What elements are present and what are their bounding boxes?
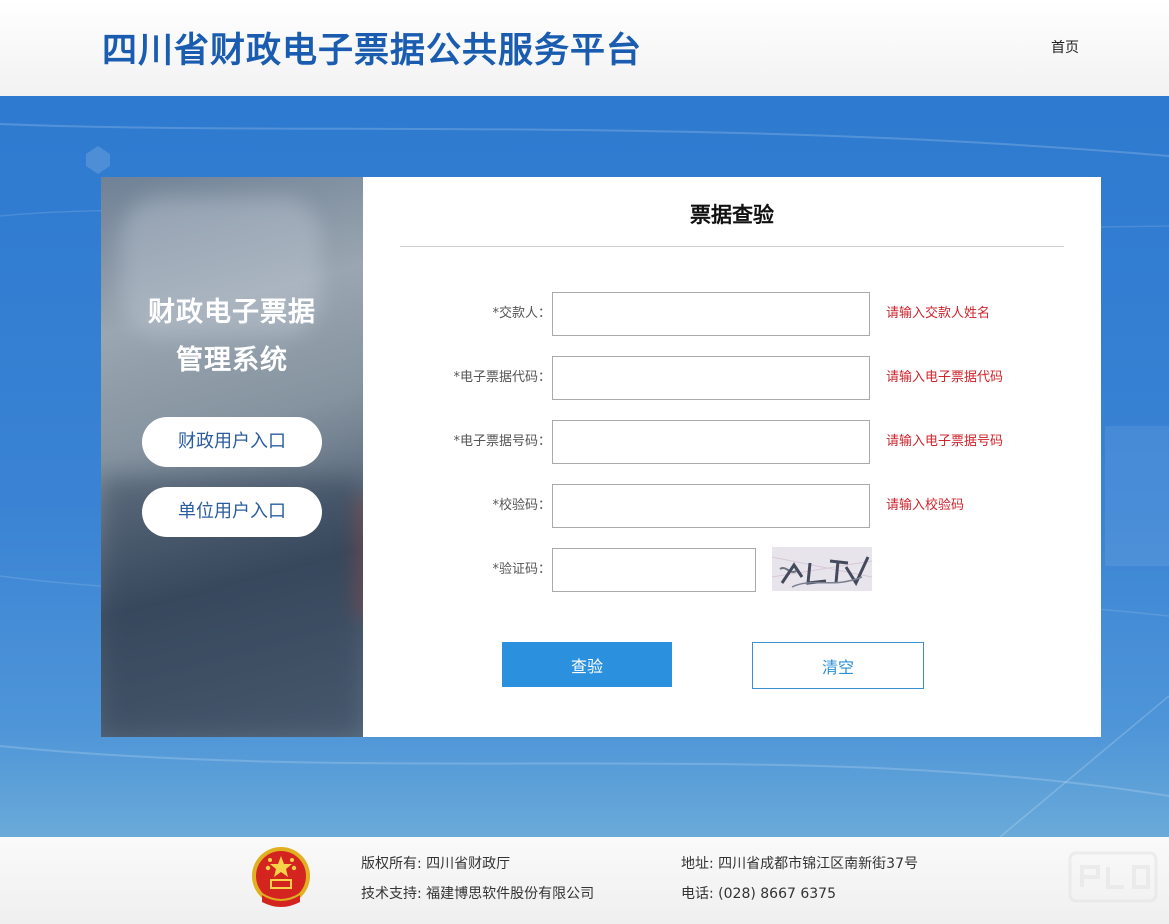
bill-number-input[interactable]: [552, 420, 870, 464]
bill-code-label: *电子票据代码：: [453, 370, 551, 385]
captcha-input[interactable]: [552, 548, 756, 592]
phone-text: 电话: (028) 8667 6375: [681, 886, 836, 902]
system-title-line2: 管理系统: [176, 345, 288, 376]
finance-user-entry-button[interactable]: 财政用户入口: [142, 417, 322, 467]
check-button[interactable]: 查验: [502, 642, 672, 687]
unit-user-entry-button[interactable]: 单位用户入口: [142, 487, 322, 537]
bill-code-hint: 请输入电子票据代码: [886, 370, 1004, 385]
payer-input[interactable]: [552, 292, 870, 336]
payer-label: *交款人：: [492, 306, 551, 321]
watermark-logo: [1068, 847, 1158, 907]
address-text: 地址: 四川省成都市锦江区南新街37号: [681, 856, 918, 872]
check-code-label: *校验码：: [492, 498, 551, 513]
nav-home-link[interactable]: 首页: [1051, 37, 1079, 57]
payer-hint: 请输入交款人姓名: [886, 306, 991, 321]
clear-button[interactable]: 清空: [752, 642, 924, 689]
captcha-image[interactable]: [772, 547, 872, 591]
site-title: 四川省财政电子票据公共服务平台: [102, 30, 643, 71]
check-code-hint: 请输入校验码: [886, 498, 965, 513]
system-title-line1: 财政电子票据: [148, 297, 316, 328]
verification-form: 票据查验 *交款人： 请输入交款人姓名 *电子票据代码： 请输入电子票据代码 *…: [363, 177, 1101, 737]
page-header: 四川省财政电子票据公共服务平台 首页: [0, 0, 1169, 96]
captcha-label: *验证码：: [492, 562, 551, 577]
bill-number-label: *电子票据号码：: [453, 434, 551, 449]
national-emblem-icon: [250, 846, 312, 912]
page-footer: 版权所有: 四川省财政厅 技术支持: 福建博思软件股份有限公司 地址: 四川省成…: [0, 837, 1169, 924]
copyright-text: 版权所有: 四川省财政厅: [361, 856, 511, 872]
bill-code-input[interactable]: [552, 356, 870, 400]
bill-number-hint: 请输入电子票据号码: [886, 434, 1004, 449]
system-title: 财政电子票据 管理系统: [101, 289, 363, 385]
support-text: 技术支持: 福建博思软件股份有限公司: [361, 886, 595, 902]
left-panel: 财政电子票据 管理系统 财政用户入口 单位用户入口: [101, 177, 363, 737]
form-title: 票据查验: [690, 203, 774, 227]
check-code-input[interactable]: [552, 484, 870, 528]
title-divider: [400, 246, 1064, 247]
